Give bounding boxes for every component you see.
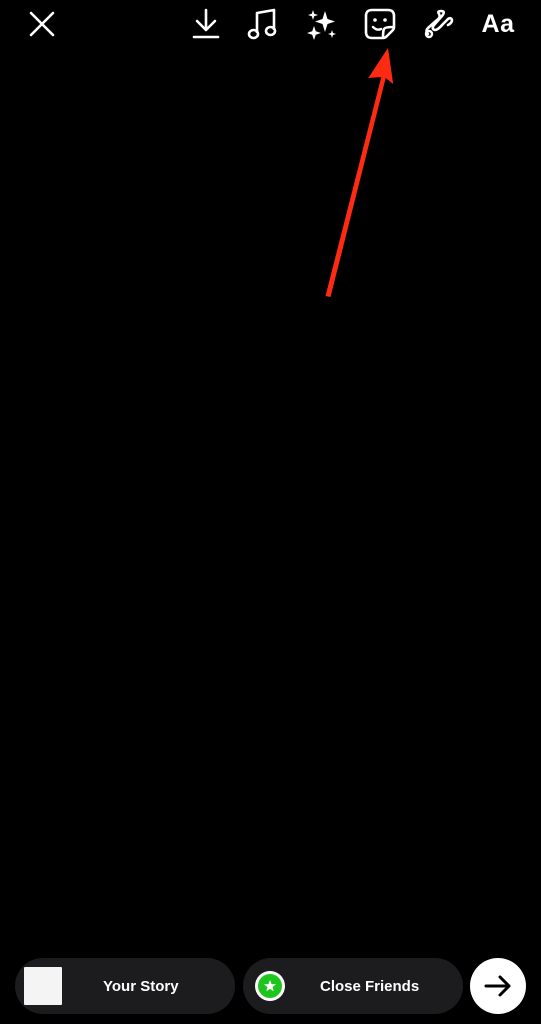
close-button[interactable]: [22, 4, 62, 44]
sticker-icon: [364, 8, 396, 40]
music-icon: [247, 8, 277, 40]
download-icon: [192, 8, 220, 39]
send-button[interactable]: [470, 958, 526, 1014]
draw-squiggle-icon: [424, 9, 454, 39]
close-icon: [29, 11, 55, 37]
arrow-right-icon: [484, 975, 511, 997]
text-tool-label: Aa: [481, 9, 515, 38]
close-friends-star-icon: [255, 971, 285, 1001]
music-button[interactable]: [243, 4, 283, 44]
close-friends-button[interactable]: Close Friends: [243, 958, 463, 1014]
effects-button[interactable]: [302, 4, 342, 44]
close-friends-label: Close Friends: [320, 977, 420, 995]
story-editor-toolbar: Aa: [0, 0, 541, 50]
effects-sparkle-icon: [307, 10, 336, 40]
story-thumbnail: [24, 967, 62, 1005]
download-button[interactable]: [186, 4, 226, 44]
story-canvas[interactable]: [0, 50, 541, 950]
your-story-button[interactable]: Your Story: [15, 958, 235, 1014]
your-story-label: Your Story: [103, 977, 179, 995]
draw-button[interactable]: [419, 4, 459, 44]
sticker-button[interactable]: [360, 4, 400, 44]
text-tool-button[interactable]: Aa: [475, 4, 521, 44]
share-bar: Your Story Close Friends: [0, 952, 541, 1016]
